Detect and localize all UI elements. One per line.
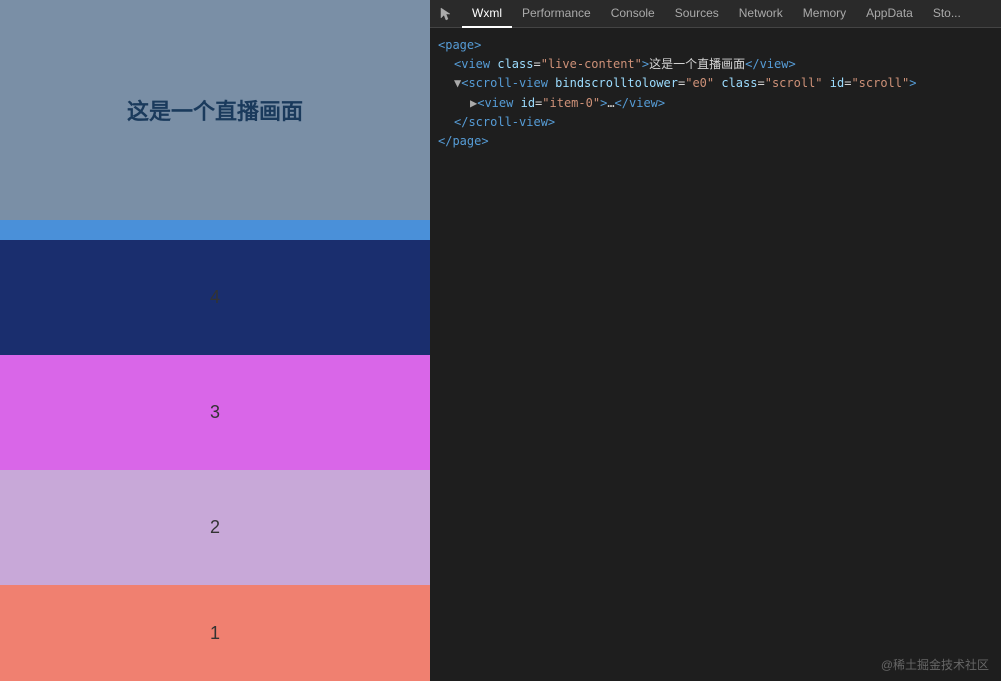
xml-line-page-close: </page> (430, 132, 1001, 151)
xml-line-view-live: <view class="live-content">这是一个直播画面</vie… (430, 55, 1001, 74)
section-4-label: 4 (210, 287, 220, 308)
section-3: 3 (0, 355, 430, 470)
devtools-tabs-bar: Wxml Performance Console Sources Network… (430, 0, 1001, 28)
tab-network[interactable]: Network (729, 0, 793, 28)
section-3-label: 3 (210, 402, 220, 423)
tab-memory[interactable]: Memory (793, 0, 856, 28)
cursor-icon (434, 3, 458, 25)
live-label: 这是一个直播画面 (127, 94, 303, 126)
tab-performance[interactable]: Performance (512, 0, 601, 28)
xml-line-scroll-view-close: </scroll-view> (430, 113, 1001, 132)
simulator-panel: 这是一个直播画面 4 3 2 1 (0, 0, 430, 681)
xml-line-page-open: <page> (430, 36, 1001, 55)
section-2-label: 2 (210, 517, 220, 538)
section-1: 1 (0, 585, 430, 681)
devtools-panel: Wxml Performance Console Sources Network… (430, 0, 1001, 681)
section-4: 4 (0, 240, 430, 355)
section-1-label: 1 (210, 623, 220, 644)
xml-line-scroll-view-open: ▼<scroll-view bindscrolltolower="e0" cla… (430, 74, 1001, 93)
devtools-xml-content: <page> <view class="live-content">这是一个直播… (430, 28, 1001, 681)
xml-line-view-item: ▶<view id="item-0">…</view> (430, 94, 1001, 113)
live-section: 这是一个直播画面 (0, 0, 430, 220)
tab-sources[interactable]: Sources (665, 0, 729, 28)
tab-wxml[interactable]: Wxml (462, 0, 512, 28)
blue-bar (0, 220, 430, 240)
section-2: 2 (0, 470, 430, 585)
tab-storage[interactable]: Sto... (923, 0, 971, 28)
watermark: @稀土掘金技术社区 (881, 656, 989, 673)
tab-appdata[interactable]: AppData (856, 0, 923, 28)
tab-console[interactable]: Console (601, 0, 665, 28)
